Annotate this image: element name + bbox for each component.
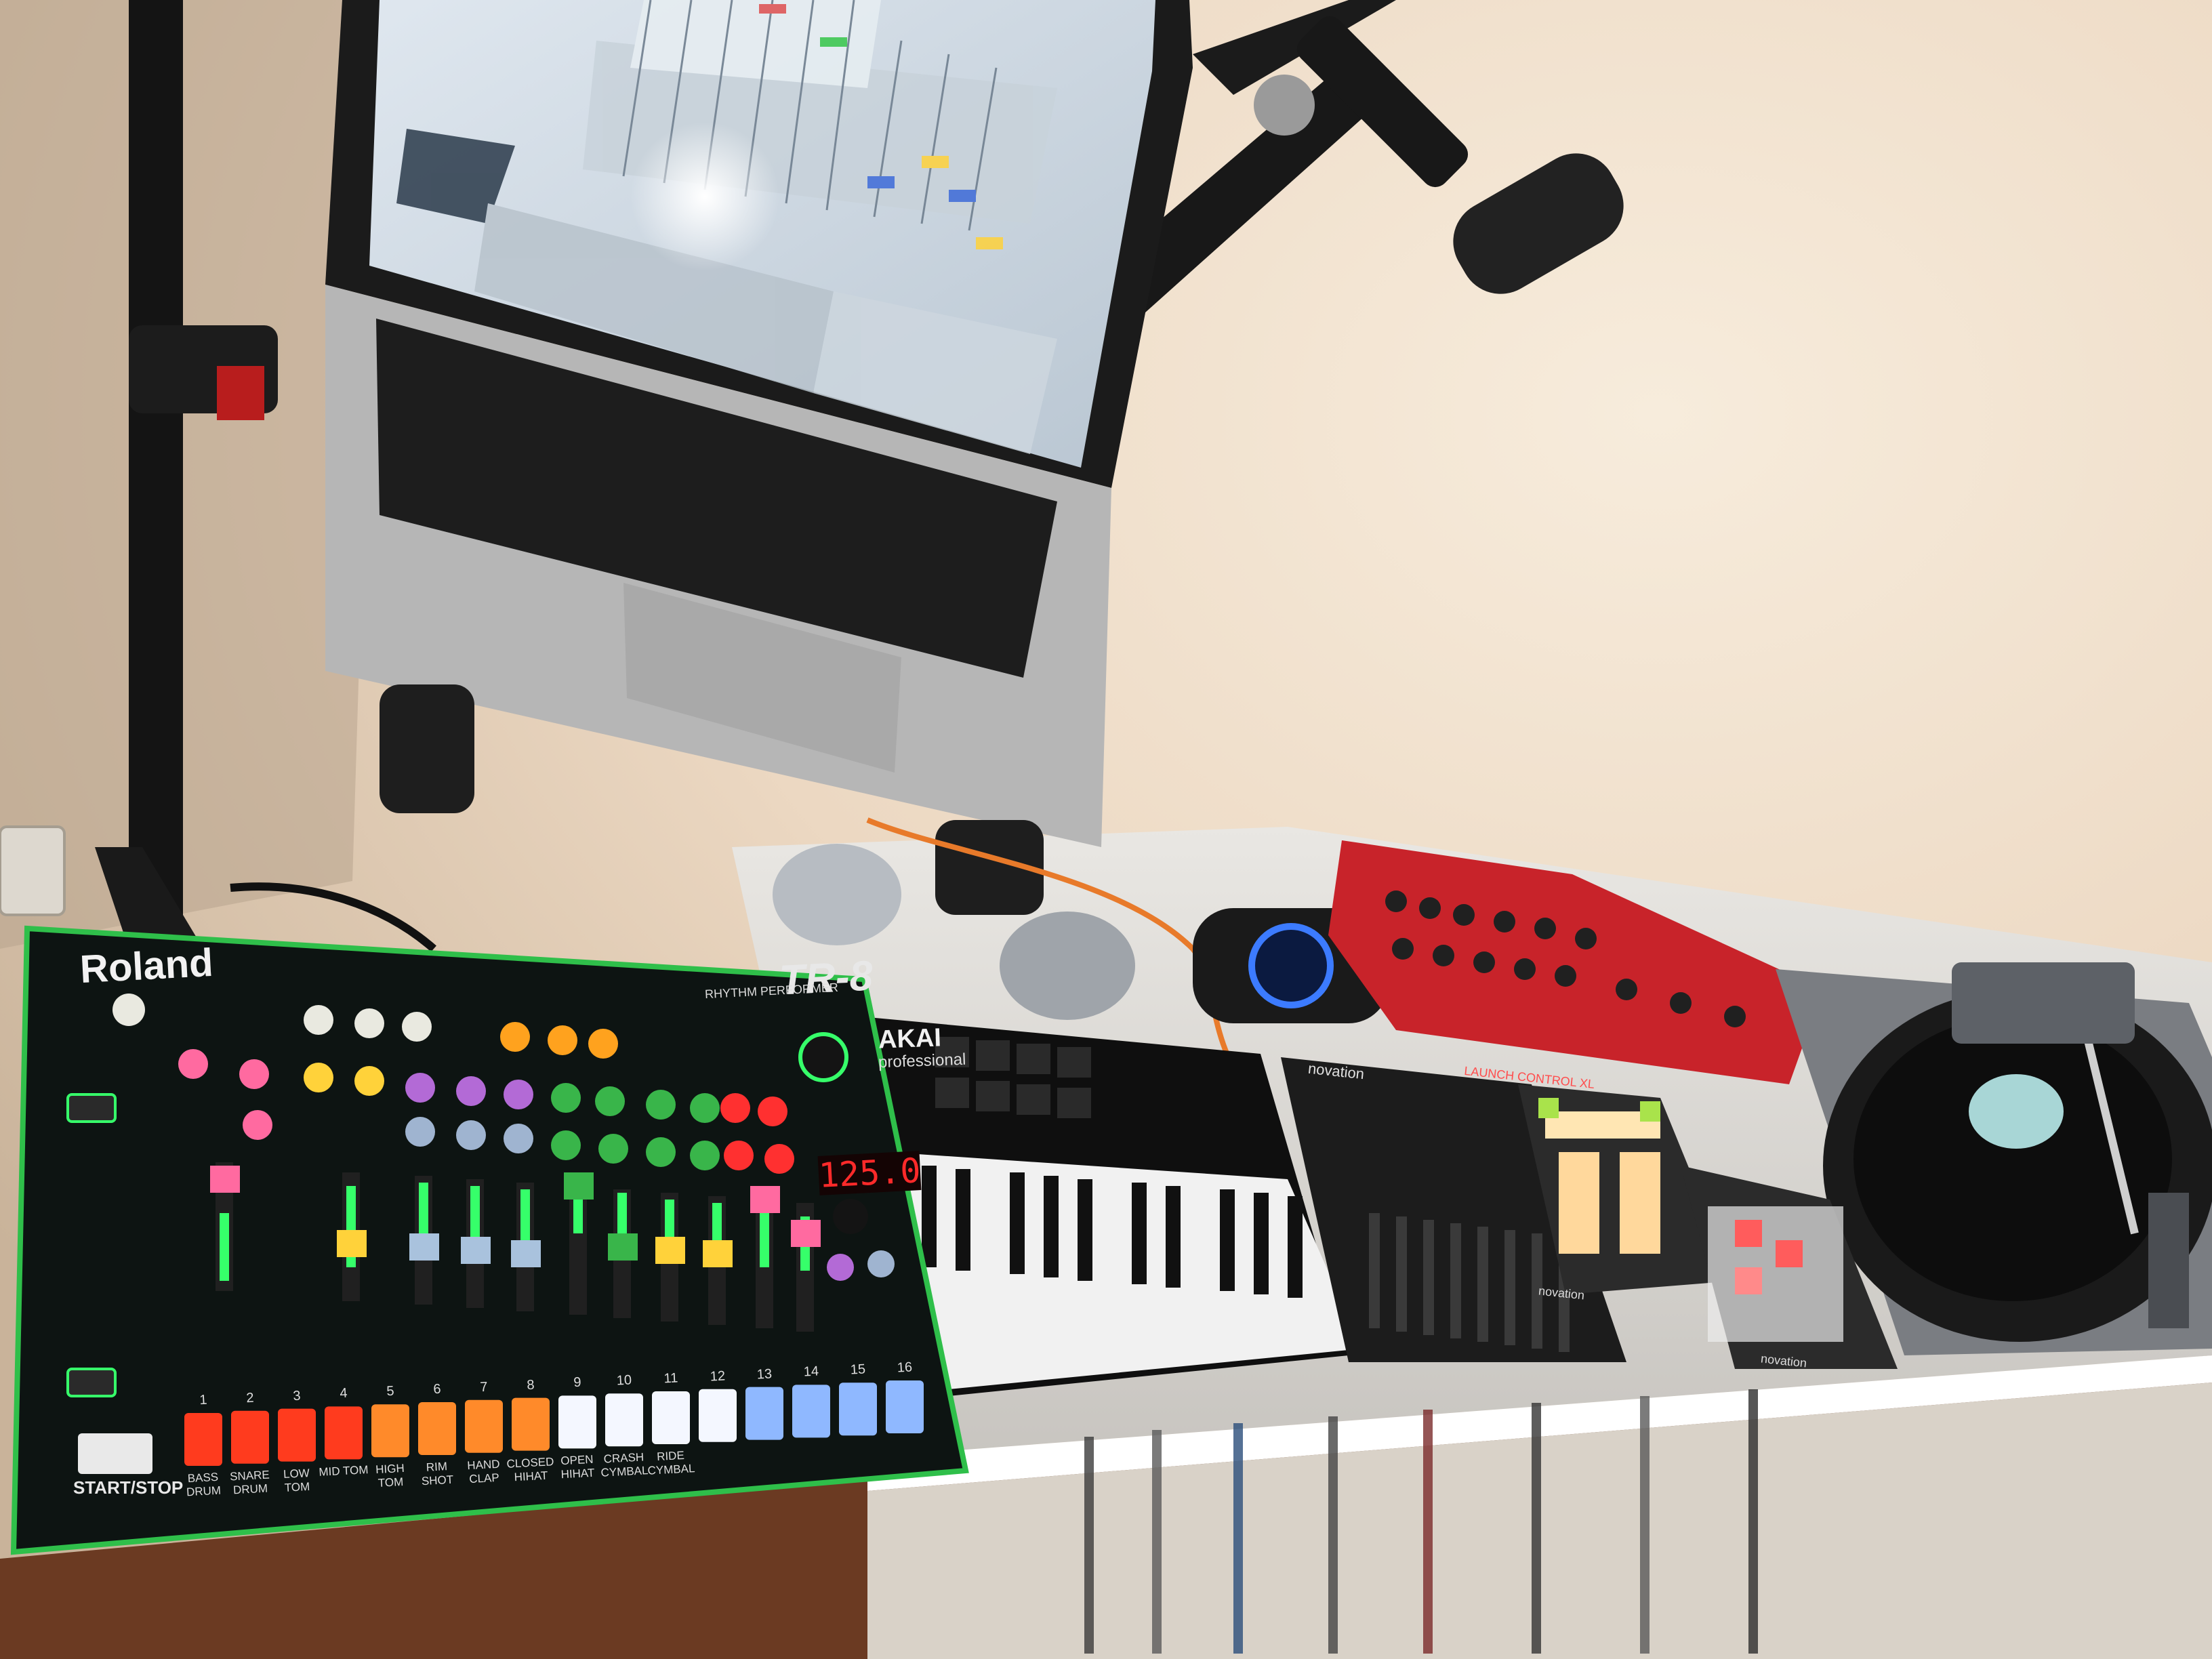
stand-knob bbox=[1254, 75, 1315, 136]
stand-pole bbox=[129, 0, 183, 949]
step-pad-14[interactable] bbox=[792, 1385, 830, 1438]
step-pad-5[interactable] bbox=[371, 1404, 409, 1458]
step-pad-label: RIDE CYMBAL bbox=[647, 1448, 695, 1477]
stand-clamp-red bbox=[217, 366, 264, 420]
step-pad-1[interactable] bbox=[184, 1413, 222, 1466]
step-pad-8[interactable] bbox=[512, 1397, 550, 1451]
step-pad-15[interactable] bbox=[839, 1382, 877, 1436]
round-controller-ring bbox=[1248, 923, 1334, 1008]
small-box bbox=[1952, 962, 2135, 1044]
akai-logo: AKAI bbox=[878, 1023, 942, 1054]
launchpad-mini-pads bbox=[1708, 1206, 1843, 1342]
tempo-display: 125.0 bbox=[817, 1151, 922, 1195]
step-pad-2[interactable] bbox=[231, 1410, 269, 1464]
step-pad-number: 3 bbox=[292, 1388, 302, 1404]
step-pad-9[interactable] bbox=[558, 1395, 596, 1449]
step-pad-10[interactable] bbox=[605, 1393, 643, 1447]
left-wall-shadow bbox=[0, 0, 380, 949]
step-pad-16[interactable] bbox=[886, 1380, 924, 1433]
step-pad-6[interactable] bbox=[418, 1402, 456, 1455]
step-pad-number: 16 bbox=[897, 1359, 913, 1376]
step-pad-7[interactable] bbox=[465, 1399, 503, 1453]
step-pad-number: 13 bbox=[756, 1366, 773, 1382]
vinyl-record bbox=[1853, 1017, 2172, 1301]
step-pad-number: 4 bbox=[339, 1386, 348, 1401]
akai-model: professional bbox=[878, 1050, 966, 1072]
headphones bbox=[1000, 912, 1135, 1020]
usb-hub bbox=[773, 844, 901, 945]
step-pad-number: 2 bbox=[245, 1390, 255, 1406]
step-pad-number: 15 bbox=[850, 1361, 866, 1378]
screen-glare bbox=[630, 122, 779, 271]
vinyl-label bbox=[1969, 1074, 2064, 1149]
step-pad-number: 5 bbox=[386, 1383, 395, 1399]
step-pad-number: 11 bbox=[663, 1370, 678, 1387]
start-stop-label: START/STOP bbox=[73, 1477, 184, 1498]
power-outlet bbox=[0, 825, 66, 916]
step-pad-4[interactable] bbox=[325, 1406, 363, 1460]
step-pad-number: 6 bbox=[432, 1381, 442, 1397]
step-pad-11[interactable] bbox=[652, 1391, 690, 1444]
photo-scene bbox=[0, 0, 2212, 1659]
step-pad-13[interactable] bbox=[745, 1387, 783, 1440]
roland-logo: Roland bbox=[79, 940, 215, 992]
step-pad-number: 9 bbox=[573, 1375, 582, 1391]
step-pad-number: 8 bbox=[526, 1377, 535, 1393]
laptop-stand-foot bbox=[380, 684, 474, 813]
step-pad-number: 14 bbox=[803, 1364, 819, 1380]
step-pad-number: 10 bbox=[616, 1372, 632, 1389]
step-pad-number: 7 bbox=[479, 1379, 489, 1395]
step-pad-number: 1 bbox=[199, 1392, 208, 1408]
step-pad-12[interactable] bbox=[699, 1389, 737, 1442]
step-pad-number: 12 bbox=[710, 1368, 726, 1385]
step-pad-3[interactable] bbox=[278, 1408, 316, 1462]
turntable-pitch bbox=[2148, 1193, 2189, 1328]
